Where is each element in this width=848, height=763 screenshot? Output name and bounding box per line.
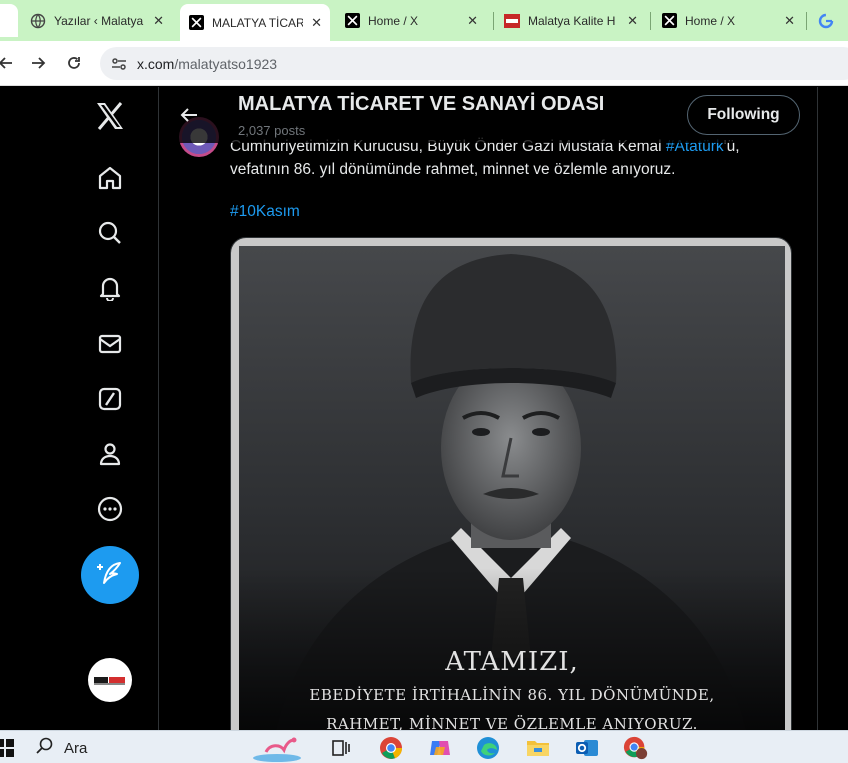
copilot-icon[interactable]: [427, 735, 453, 761]
following-button[interactable]: Following: [687, 95, 800, 135]
globe-icon: [30, 13, 46, 29]
tweet-media-image[interactable]: ATAMIZI, EBEDİYETE İRTİHALİNİN 86. YIL D…: [230, 237, 792, 730]
tab-close-icon[interactable]: ✕: [311, 15, 322, 31]
tab-title: MALATYA TİCAR: [212, 15, 304, 30]
browser-toolbar: x.com/malatyatso1923: [0, 41, 848, 86]
x-logo-icon: [188, 15, 204, 31]
tab-close-icon[interactable]: ✕: [153, 13, 164, 29]
x-logo-icon[interactable]: [94, 100, 126, 132]
account-avatar[interactable]: [88, 658, 132, 702]
tab-home-x-1[interactable]: Home / X ✕: [336, 4, 486, 37]
url-host: x.com: [137, 56, 175, 72]
browser-tab-strip: Yazılar ‹ Malatya ✕ MALATYA TİCAR ✕ Home…: [0, 0, 848, 41]
outlook-icon[interactable]: [574, 735, 600, 761]
profile-name: MALATYA TİCARET VE SANAYİ ODASI: [238, 93, 605, 115]
task-view-icon[interactable]: [328, 735, 354, 761]
portrait-image: ATAMIZI, EBEDİYETE İRTİHALİNİN 86. YIL D…: [231, 238, 791, 730]
search-icon: [36, 737, 54, 759]
url-path: /malatyatso1923: [174, 56, 278, 72]
tweet-line-2: vefatının 86. yıl dönümünde rahmet, minn…: [230, 161, 676, 178]
tab-close-icon[interactable]: ✕: [627, 13, 638, 29]
tab-title: Malatya Kalite H: [528, 13, 616, 28]
profile-header: MALATYA TİCARET VE SANAYİ ODASI 2,037 po…: [159, 87, 817, 143]
tab-title: Home / X: [368, 13, 419, 28]
site-settings-icon[interactable]: [110, 55, 128, 73]
hashtag-10kasim-link[interactable]: #10Kasım: [230, 203, 300, 221]
x-logo-icon: [661, 13, 677, 29]
news-site-icon: [504, 13, 520, 29]
tab-google[interactable]: c: [810, 4, 848, 37]
taskbar-search[interactable]: Ara: [36, 737, 87, 759]
tab-close-icon[interactable]: ✕: [467, 13, 478, 29]
tab-yazilar[interactable]: Yazılar ‹ Malatya ✕: [22, 4, 172, 37]
tab-malatya-ticaret[interactable]: MALATYA TİCAR ✕: [180, 4, 330, 41]
forward-icon[interactable]: [26, 51, 50, 75]
profile-icon[interactable]: [94, 438, 126, 470]
account-logo-icon: [94, 677, 125, 685]
grok-icon[interactable]: [94, 383, 126, 415]
address-bar[interactable]: x.com/malatyatso1923: [100, 47, 848, 80]
google-icon: [818, 13, 834, 29]
main-right-divider: [817, 87, 818, 730]
url-text: x.com/malatyatso1923: [137, 56, 277, 72]
x-sidebar: [0, 87, 158, 730]
tab-close-icon[interactable]: ✕: [784, 13, 795, 29]
more-icon[interactable]: [94, 493, 126, 525]
file-explorer-icon[interactable]: [525, 735, 551, 761]
flamingo-widget-icon[interactable]: [252, 735, 302, 762]
notifications-icon[interactable]: [94, 272, 126, 304]
windows-taskbar: Ara: [0, 730, 848, 763]
image-caption-line-2: EBEDİYETE İRTİHALİNİN 86. YIL DÖNÜMÜNDE,: [309, 686, 714, 704]
windows-start-icon[interactable]: [0, 735, 18, 761]
home-icon[interactable]: [94, 162, 126, 194]
chrome-profile-icon[interactable]: [623, 735, 649, 761]
tab-malatya-kalite[interactable]: Malatya Kalite H ✕: [496, 4, 646, 37]
search-icon[interactable]: [94, 217, 126, 249]
main-timeline: Cumhuriyetimizin Kurucusu, Büyük Önder G…: [159, 87, 817, 730]
compose-post-button[interactable]: [81, 546, 139, 604]
back-icon[interactable]: [0, 51, 18, 75]
post-icon: [96, 559, 124, 592]
chrome-icon[interactable]: [378, 735, 404, 761]
profile-post-count: 2,037 posts: [238, 123, 306, 138]
tab-home-x-2[interactable]: Home / X ✕: [653, 4, 803, 37]
messages-icon[interactable]: [94, 328, 126, 360]
reload-icon[interactable]: [62, 51, 86, 75]
image-caption-line-1: ATAMIZI,: [444, 647, 579, 677]
back-arrow-icon[interactable]: [177, 103, 201, 127]
x-logo-icon: [344, 13, 360, 29]
edge-icon[interactable]: [475, 735, 501, 761]
taskbar-search-label: Ara: [64, 739, 88, 757]
tab-title: Yazılar ‹ Malatya: [54, 13, 144, 28]
tab-partial-left[interactable]: [0, 4, 18, 37]
tab-title: Home / X: [685, 13, 736, 28]
image-caption-line-3: RAHMET, MİNNET VE ÖZLEMLE ANIYORUZ.: [326, 715, 698, 730]
